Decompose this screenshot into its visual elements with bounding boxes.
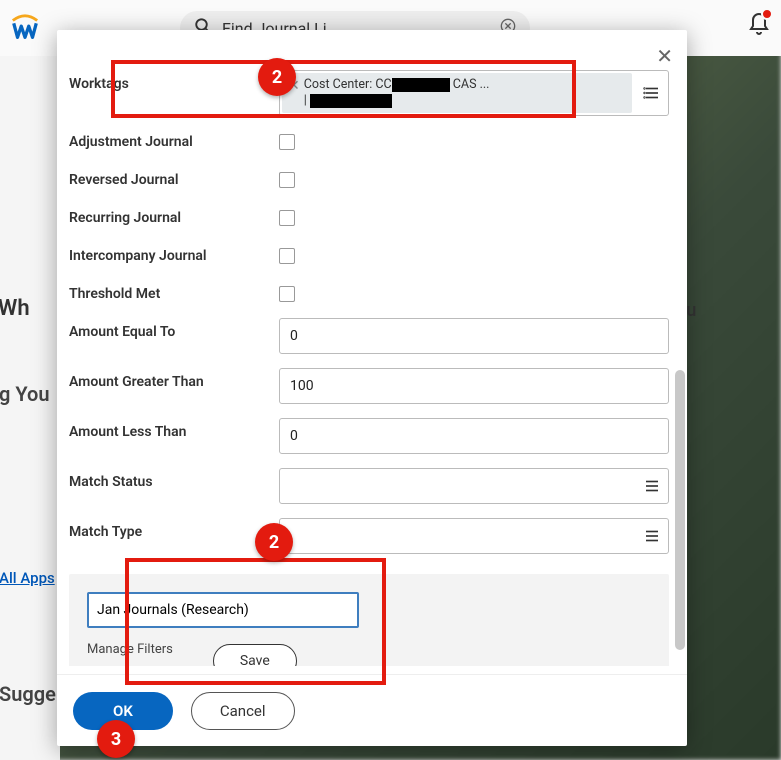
modal-footer: OK Cancel — [57, 674, 687, 746]
match-type-prompt-icon[interactable] — [640, 527, 664, 545]
bg-text-gyour: g You — [0, 382, 50, 406]
threshold-checkbox[interactable] — [279, 286, 295, 302]
close-icon: ✕ — [656, 44, 673, 68]
amount-equal-row: Amount Equal To — [69, 318, 669, 356]
notification-bell-icon[interactable] — [747, 12, 771, 40]
close-button[interactable]: ✕ — [656, 44, 673, 68]
match-status-label: Match Status — [69, 468, 279, 490]
recurring-checkbox[interactable] — [279, 210, 295, 226]
recurring-row: Recurring Journal — [69, 204, 669, 232]
worktags-field[interactable]: ✕ Cost Center: CC CAS ... | — [279, 70, 669, 116]
adjustment-label: Adjustment Journal — [69, 134, 279, 150]
amount-greater-label: Amount Greater Than — [69, 368, 279, 390]
filter-modal: ✕ Worktags ✕ Cost Center: CC CAS ... | — [57, 30, 687, 746]
saved-filters-count: 0 Saved Filters — [87, 665, 173, 666]
amount-less-input[interactable] — [279, 418, 669, 454]
recurring-label: Recurring Journal — [69, 210, 279, 226]
amount-greater-row: Amount Greater Than — [69, 368, 669, 406]
reversed-label: Reversed Journal — [69, 172, 279, 188]
threshold-label: Threshold Met — [69, 286, 279, 302]
match-status-field[interactable] — [279, 468, 669, 504]
amount-less-label: Amount Less Than — [69, 418, 279, 440]
amount-greater-input[interactable] — [279, 368, 669, 404]
background-sidepanel — [0, 0, 60, 760]
worktags-prompt-icon[interactable] — [638, 73, 666, 113]
callout-badge-2b: 2 — [255, 523, 293, 561]
filter-name-input[interactable] — [87, 592, 359, 628]
bg-text-sugge: Sugge — [0, 682, 56, 706]
match-status-row: Match Status — [69, 468, 669, 506]
match-type-field[interactable] — [279, 518, 669, 554]
worktag-chip[interactable]: ✕ Cost Center: CC CAS ... | — [282, 73, 632, 113]
adjustment-checkbox[interactable] — [279, 134, 295, 150]
cancel-button[interactable]: Cancel — [191, 692, 295, 730]
bg-all-apps-link[interactable]: All Apps — [0, 569, 55, 587]
adjustment-row: Adjustment Journal — [69, 128, 669, 156]
bg-heading: Wh — [0, 296, 30, 321]
threshold-row: Threshold Met — [69, 280, 669, 308]
modal-body: Worktags ✕ Cost Center: CC CAS ... | — [57, 70, 687, 666]
chip-text: Cost Center: CC CAS ... | — [304, 77, 490, 109]
intercompany-row: Intercompany Journal — [69, 242, 669, 270]
reversed-checkbox[interactable] — [279, 172, 295, 188]
manage-filters-link[interactable]: Manage Filters — [87, 642, 173, 657]
filter-section: Manage Filters 0 Saved Filters Save — [69, 574, 669, 666]
intercompany-checkbox[interactable] — [279, 248, 295, 264]
callout-badge-2a: 2 — [258, 58, 296, 96]
reversed-row: Reversed Journal — [69, 166, 669, 194]
intercompany-label: Intercompany Journal — [69, 248, 279, 264]
match-type-row: Match Type — [69, 518, 669, 556]
amount-equal-input[interactable] — [279, 318, 669, 354]
worktags-label: Worktags — [69, 70, 279, 92]
amount-less-row: Amount Less Than — [69, 418, 669, 456]
match-type-label: Match Type — [69, 518, 279, 540]
workday-logo — [10, 13, 40, 43]
match-status-prompt-icon[interactable] — [640, 477, 664, 495]
save-filter-button[interactable]: Save — [213, 644, 297, 667]
amount-equal-label: Amount Equal To — [69, 318, 279, 340]
callout-badge-3: 3 — [97, 720, 135, 758]
worktags-row: Worktags ✕ Cost Center: CC CAS ... | — [69, 70, 669, 116]
scrollbar-thumb[interactable] — [675, 370, 685, 650]
